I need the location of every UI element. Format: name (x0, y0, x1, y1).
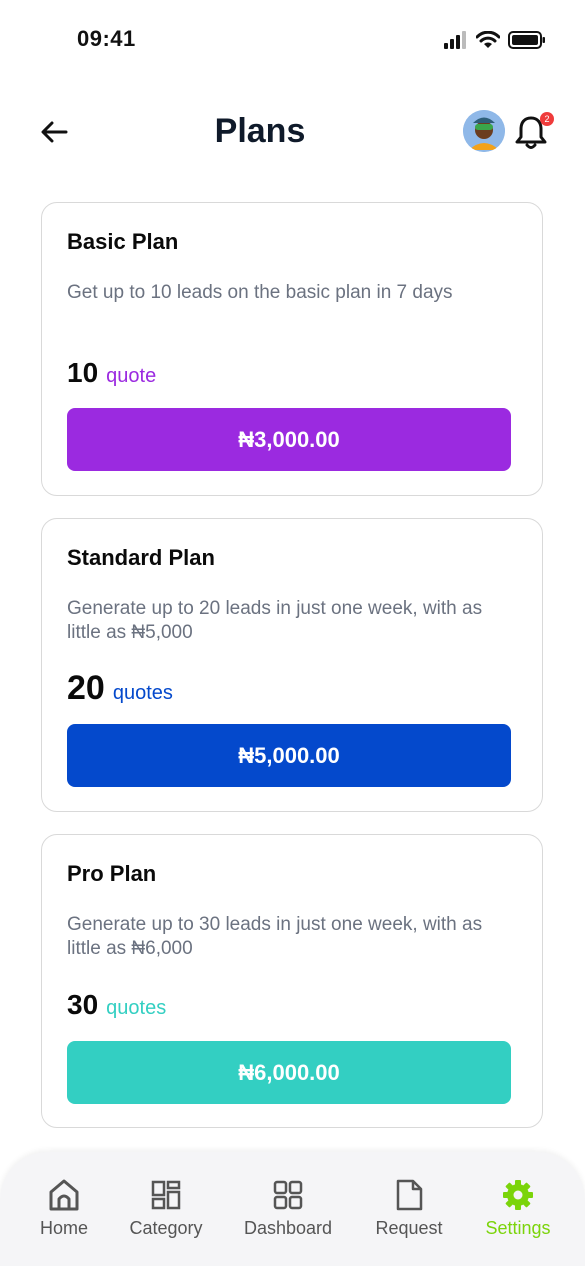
plan-card-basic: Basic Plan Get up to 10 leads on the bas… (41, 202, 543, 496)
tab-request[interactable]: Request (372, 1178, 446, 1239)
price-button-pro[interactable]: ₦6,000.00 (67, 1041, 511, 1104)
tab-label: Category (129, 1218, 203, 1238)
plan-quota: 10 quote (67, 357, 156, 389)
quota-unit: quotes (112, 682, 173, 704)
home-icon (49, 1179, 79, 1211)
price-button-basic[interactable]: ₦3,000.00 (67, 408, 511, 471)
quota-number: 10 (67, 357, 99, 388)
tab-label: Request (375, 1218, 443, 1238)
quota-unit: quotes (106, 997, 167, 1019)
status-time: 09:41 (77, 26, 136, 51)
plan-card-standard: Standard Plan Generate up to 20 leads in… (41, 518, 543, 812)
page-title: Plans (214, 112, 306, 150)
tab-label: Home (39, 1218, 88, 1238)
header: Plans 2 (0, 100, 585, 164)
quota-number: 20 (67, 669, 105, 707)
plan-description: Generate up to 20 leads in just one week… (67, 598, 483, 643)
tab-label: Settings (485, 1218, 551, 1238)
dashboard-icon (273, 1180, 303, 1210)
plan-quota: 20 quotes (67, 669, 173, 708)
tab-dashboard[interactable]: Dashboard (240, 1178, 336, 1239)
tab-settings[interactable]: Settings (481, 1178, 555, 1239)
tab-category[interactable]: Category (126, 1178, 206, 1239)
plan-card-pro: Pro Plan Generate up to 30 leads in just… (41, 834, 543, 1128)
plan-title: Pro Plan (67, 861, 157, 886)
tab-home[interactable]: Home (38, 1178, 90, 1239)
bottom-tab-bar: Home Category Dashboard Request Settings (0, 1152, 585, 1266)
category-icon (151, 1180, 181, 1210)
wifi-icon (476, 31, 500, 48)
signal-icon (444, 31, 466, 49)
notification-badge: 2 (540, 112, 554, 126)
status-icons (444, 30, 546, 50)
document-icon (396, 1179, 423, 1211)
plan-title: Standard Plan (67, 545, 215, 570)
tab-label: Dashboard (243, 1218, 333, 1238)
status-bar: 09:41 (0, 0, 585, 80)
plan-quota: 30 quotes (67, 989, 166, 1021)
battery-icon (508, 31, 545, 49)
gear-icon (503, 1180, 533, 1210)
avatar-image (463, 110, 505, 152)
quota-unit: quote (106, 365, 157, 387)
plan-description: Generate up to 30 leads in just one week… (67, 914, 483, 959)
price-button-standard[interactable]: ₦5,000.00 (67, 724, 511, 787)
quota-number: 30 (67, 989, 99, 1020)
plan-description: Get up to 10 leads on the basic plan in … (67, 282, 453, 303)
avatar[interactable] (463, 110, 505, 152)
plan-title: Basic Plan (67, 229, 179, 254)
